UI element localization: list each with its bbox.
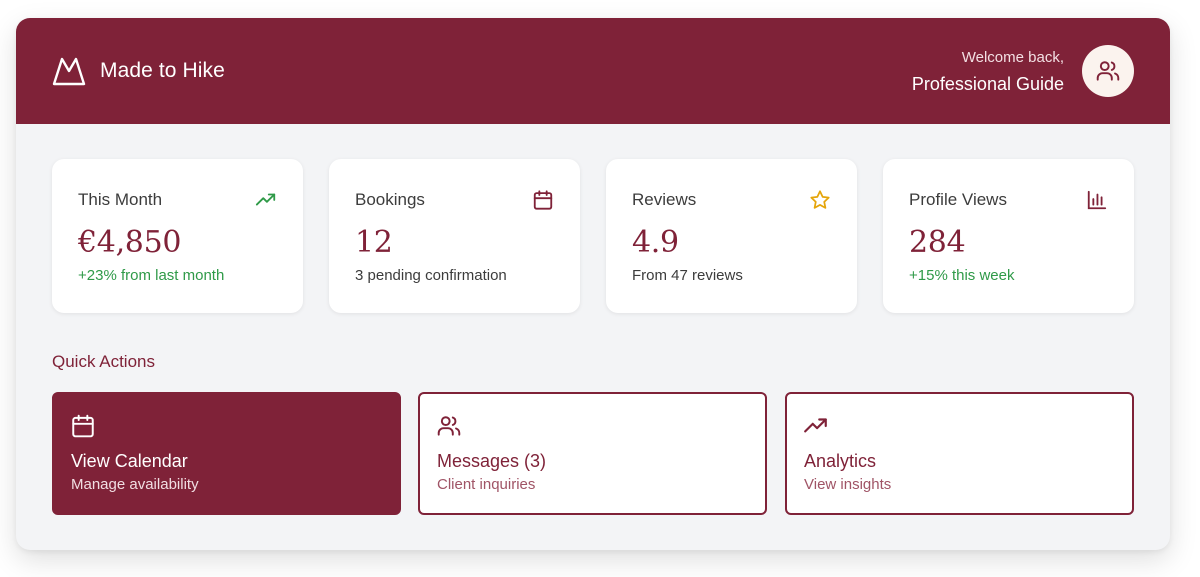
view-calendar-button[interactable]: View Calendar Manage availability (52, 392, 401, 515)
action-subtitle: View insights (804, 476, 892, 493)
trending-up-icon (255, 193, 276, 206)
action-title: Analytics (804, 451, 877, 471)
header-bar: Made to Hike Welcome back, Professional … (16, 18, 1170, 124)
stat-value: 4.9 (632, 225, 679, 260)
stat-value: 12 (355, 225, 393, 260)
stat-value: €4,850 (78, 225, 182, 260)
stat-subtext: 3 pending confirmation (355, 267, 507, 284)
quick-actions-heading: Quick Actions (52, 352, 155, 371)
stat-card-reviews: Reviews 4.9 From 47 reviews (606, 159, 857, 313)
bar-chart-icon (1087, 190, 1107, 210)
stat-subtext: +15% this week (909, 267, 1015, 284)
calendar-icon (533, 190, 553, 210)
stat-subtext: From 47 reviews (632, 267, 743, 284)
calendar-icon (72, 414, 94, 438)
action-subtitle: Client inquiries (437, 476, 536, 493)
welcome-text: Welcome back, (961, 49, 1064, 66)
action-subtitle: Manage availability (71, 476, 199, 493)
analytics-button[interactable]: Analytics View insights (785, 392, 1134, 515)
mountain-icon (52, 57, 86, 86)
stat-label: Reviews (632, 190, 697, 209)
dashboard-card: Made to Hike Welcome back, Professional … (16, 18, 1170, 550)
stat-subtext: +23% from last month (78, 267, 225, 284)
stat-card-profile-views: Profile Views 284 +15% this week (883, 159, 1134, 313)
stat-label: This Month (78, 190, 163, 209)
stat-card-this-month: This Month €4,850 +23% from last month (52, 159, 303, 313)
star-icon (810, 190, 830, 209)
user-name: Professional Guide (911, 74, 1064, 94)
users-icon (437, 416, 461, 436)
stat-label: Bookings (355, 190, 425, 209)
stat-label: Profile Views (909, 190, 1007, 209)
action-title: Messages (3) (437, 451, 547, 471)
avatar[interactable] (1082, 45, 1134, 97)
stat-value: 284 (909, 225, 966, 260)
messages-button[interactable]: Messages (3) Client inquiries (418, 392, 767, 515)
welcome-block: Welcome back, Professional Guide (912, 49, 1064, 95)
stat-card-bookings: Bookings 12 3 pending confirmation (329, 159, 580, 313)
action-title: View Calendar (71, 451, 188, 471)
brand-name[interactable]: Made to Hike (100, 59, 225, 83)
trending-up-icon (804, 418, 827, 433)
users-icon (1096, 61, 1120, 81)
